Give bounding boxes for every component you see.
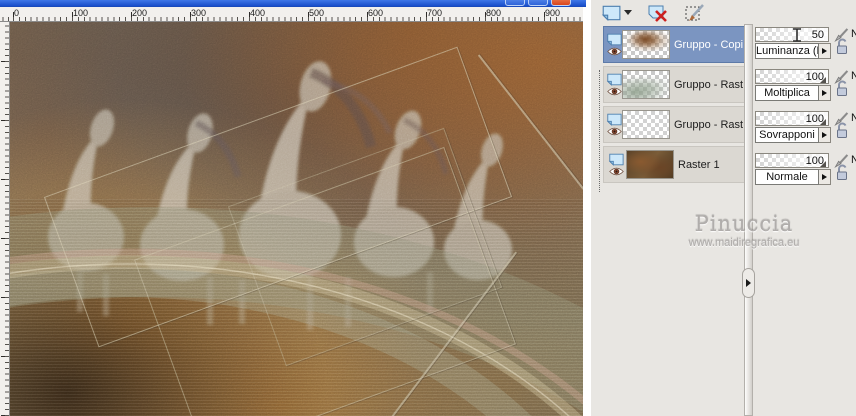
splitter-handle[interactable] bbox=[742, 268, 755, 298]
new-layer-button[interactable] bbox=[598, 2, 635, 24]
layer-list: Gruppo - Copia diRa Gruppo - Raster 2 bbox=[598, 26, 746, 192]
link-group-indicator: N bbox=[851, 28, 856, 40]
blend-mode-select[interactable]: Moltiplica bbox=[755, 85, 819, 101]
layer-icons bbox=[606, 153, 626, 176]
layer-thumbnail bbox=[622, 70, 670, 99]
layer-label: Gruppo - Raster 2 bbox=[674, 78, 743, 91]
delete-layer-icon bbox=[648, 5, 667, 22]
canvas-image[interactable] bbox=[10, 22, 583, 416]
chevron-down-icon bbox=[624, 10, 632, 15]
close-button[interactable] bbox=[551, 0, 571, 6]
opacity-slider[interactable]: 100 bbox=[755, 68, 829, 84]
lock-transparency-icon[interactable] bbox=[835, 122, 849, 139]
layer-page-icon bbox=[606, 33, 622, 46]
ruler-label: 200 bbox=[132, 8, 148, 18]
layer-page-icon bbox=[606, 113, 622, 126]
group-tree-line bbox=[599, 70, 600, 192]
blend-mode-dropdown-button[interactable] bbox=[819, 127, 831, 143]
chevron-right-icon bbox=[822, 90, 827, 96]
ruler-label: 300 bbox=[191, 8, 207, 18]
ruler-label: 500 bbox=[309, 8, 325, 18]
chevron-right-icon bbox=[746, 279, 751, 287]
link-group-indicator: N bbox=[851, 112, 856, 124]
image-window-titlebar[interactable] bbox=[0, 0, 586, 7]
ruler-label: 800 bbox=[486, 8, 502, 18]
layer-label: Gruppo - Raster 2 bbox=[674, 118, 743, 131]
visibility-eye-icon[interactable] bbox=[606, 87, 622, 96]
vertical-ruler[interactable] bbox=[0, 22, 10, 416]
link-group-indicator: N bbox=[851, 154, 856, 166]
layer-controls-4: 100 N Normale bbox=[755, 152, 856, 186]
grain-overlay bbox=[10, 22, 583, 416]
layer-controls-2: 100 N Moltiplica bbox=[755, 68, 856, 102]
layer-page-icon bbox=[608, 153, 624, 166]
opacity-value: 100 bbox=[805, 70, 824, 83]
maximize-button[interactable] bbox=[528, 0, 548, 6]
visibility-eye-icon[interactable] bbox=[606, 127, 622, 136]
ruler-label: 700 bbox=[427, 8, 443, 18]
layer-icons bbox=[606, 113, 622, 136]
layers-palette: Gruppo - Copia diRa Gruppo - Raster 2 bbox=[586, 0, 856, 416]
layer-controls-3: 100 N Sovrapponi bbox=[755, 110, 856, 144]
layer-icons bbox=[606, 73, 622, 96]
opacity-slider-thumb[interactable] bbox=[792, 27, 802, 42]
layers-toolbar bbox=[598, 1, 709, 24]
horizontal-ruler[interactable]: 0 100 200 300 400 500 600 700 800 900 bbox=[0, 7, 583, 22]
lock-transparency-icon[interactable] bbox=[835, 80, 849, 97]
ruler-label: 600 bbox=[368, 8, 384, 18]
layer-row-gruppo-raster2-b[interactable]: Gruppo - Raster 2 bbox=[603, 106, 746, 143]
palette-splitter[interactable] bbox=[742, 24, 755, 416]
visibility-eye-icon[interactable] bbox=[606, 47, 622, 56]
blend-mode-select[interactable]: Luminanza (L) bbox=[755, 43, 819, 59]
ruler-label: 0 bbox=[14, 8, 20, 18]
image-window: 0 100 200 300 400 500 600 700 800 900 bbox=[0, 0, 586, 416]
layer-row-gruppo-raster2[interactable]: Gruppo - Raster 2 bbox=[603, 66, 746, 103]
layer-row-gruppo-copia[interactable]: Gruppo - Copia diRa bbox=[603, 26, 746, 63]
opacity-value: 100 bbox=[805, 112, 824, 125]
blend-mode-select[interactable]: Normale bbox=[755, 169, 819, 185]
ruler-label: 900 bbox=[545, 8, 561, 18]
blend-mode-select[interactable]: Sovrapponi bbox=[755, 127, 819, 143]
lock-transparency-icon[interactable] bbox=[835, 38, 849, 55]
minimize-button[interactable] bbox=[505, 0, 525, 6]
chevron-right-icon bbox=[822, 174, 827, 180]
opacity-slider[interactable]: 100 bbox=[755, 152, 829, 168]
layer-thumbnail bbox=[626, 150, 674, 179]
layer-icons bbox=[606, 33, 622, 56]
opacity-value: 100 bbox=[805, 154, 824, 167]
blend-mode-dropdown-button[interactable] bbox=[819, 85, 831, 101]
layer-page-icon bbox=[606, 73, 622, 86]
layer-row-raster1[interactable]: Raster 1 bbox=[603, 146, 746, 183]
edit-selection-button[interactable] bbox=[681, 2, 709, 24]
layer-controls-1: 50 N Luminanza (L) bbox=[755, 26, 856, 60]
link-group-indicator: N bbox=[851, 70, 856, 82]
new-layer-icon bbox=[601, 5, 621, 21]
layer-thumbnail bbox=[622, 110, 670, 139]
ruler-label: 400 bbox=[250, 8, 266, 18]
blend-mode-dropdown-button[interactable] bbox=[819, 169, 831, 185]
blend-mode-dropdown-button[interactable] bbox=[819, 43, 831, 59]
chevron-right-icon bbox=[822, 48, 827, 54]
edit-selection-icon bbox=[685, 3, 704, 21]
opacity-slider[interactable]: 100 bbox=[755, 110, 829, 126]
layer-controls-column: 50 N Luminanza (L) bbox=[755, 26, 856, 194]
layer-thumbnail bbox=[622, 30, 670, 59]
layer-label: Gruppo - Copia diRa bbox=[674, 38, 743, 51]
delete-layer-button[interactable] bbox=[644, 2, 672, 24]
lock-transparency-icon[interactable] bbox=[835, 164, 849, 181]
layer-label: Raster 1 bbox=[678, 158, 720, 171]
opacity-value: 50 bbox=[811, 28, 824, 41]
chevron-right-icon bbox=[822, 132, 827, 138]
visibility-eye-icon[interactable] bbox=[608, 167, 624, 176]
ruler-label: 100 bbox=[73, 8, 89, 18]
window-buttons bbox=[505, 0, 571, 6]
opacity-slider[interactable]: 50 bbox=[755, 26, 829, 42]
